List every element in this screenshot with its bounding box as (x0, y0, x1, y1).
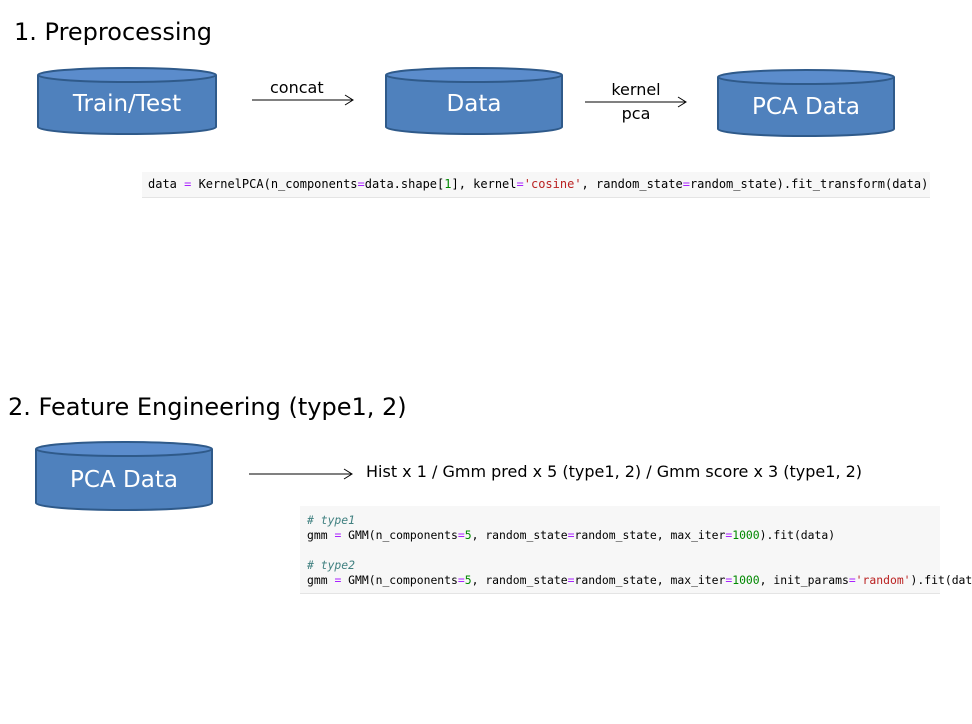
section-1-heading: 1. Preprocessing (14, 18, 213, 46)
concat-arrow (252, 94, 354, 106)
pca-data-label: PCA Data (752, 94, 860, 120)
pca-label: pca (621, 104, 651, 123)
pca-data-cylinder-2: PCA Data (34, 440, 214, 512)
data-label: Data (446, 91, 502, 117)
section-2-heading: 2. Feature Engineering (type1, 2) (8, 393, 407, 421)
kernel-pca-code-block: data = KernelPCA(n_components=data.shape… (142, 172, 930, 198)
train-test-label: Train/Test (72, 91, 182, 117)
code-comment-type1: # type1 (307, 513, 356, 527)
pca-data-cylinder: PCA Data (716, 68, 896, 138)
code-line-gmm-type2: gmm = GMM(n_components=5, random_state=r… (307, 573, 972, 587)
train-test-cylinder: Train/Test (36, 66, 218, 136)
gmm-code-block: # type1 gmm = GMM(n_components=5, random… (300, 506, 972, 594)
code-comment-type2: # type2 (307, 558, 356, 572)
pca-data-label-2: PCA Data (70, 467, 178, 493)
code-line-gmm-type1: gmm = GMM(n_components=5, random_state=r… (307, 528, 836, 542)
feature-arrow (249, 468, 353, 480)
code-line: data = KernelPCA(n_components=data.shape… (148, 177, 929, 191)
data-cylinder: Data (384, 66, 564, 136)
feature-description: Hist x 1 / Gmm pred x 5 (type1, 2) / Gmm… (366, 462, 863, 481)
